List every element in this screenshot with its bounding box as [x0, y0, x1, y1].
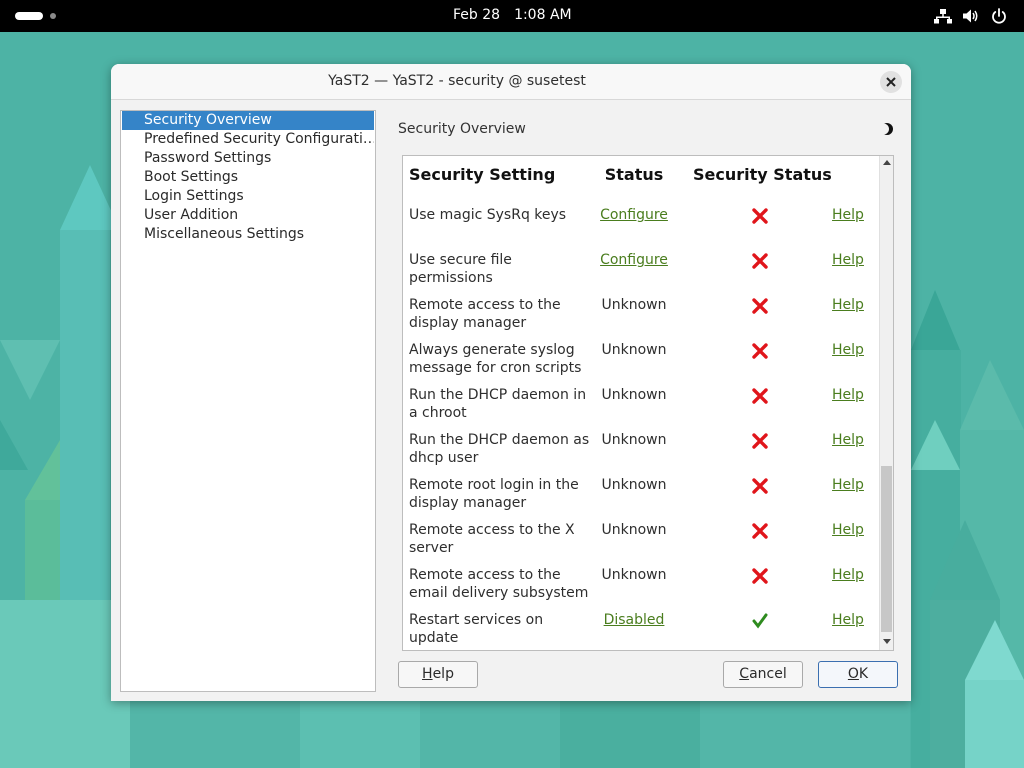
help-link[interactable]: Help [823, 566, 873, 584]
cross-icon [752, 298, 768, 314]
tree-item-miscellaneous-settings[interactable]: Miscellaneous Settings [122, 225, 374, 244]
help-link[interactable]: Help [823, 251, 873, 269]
ok-button[interactable]: OK [818, 661, 898, 688]
help-button-rest: elp [432, 666, 454, 682]
tree-item-predefined-security[interactable]: Predefined Security Configurati… [122, 130, 374, 149]
help-link[interactable]: Help [823, 386, 873, 404]
ok-button-rest: K [858, 666, 869, 682]
clock-time: 1:08 AM [514, 7, 572, 23]
setting-label: Use magic SysRq keys [409, 207, 567, 223]
status-text: Unknown [601, 387, 667, 403]
setting-label: Remote access to the X server [409, 522, 575, 556]
workspace-pill [15, 12, 43, 20]
help-button-mnemonic: H [422, 666, 433, 682]
clock[interactable]: Feb 28 1:08 AM [453, 7, 572, 23]
tree-item-password-settings[interactable]: Password Settings [122, 149, 374, 168]
cross-icon [752, 253, 768, 269]
status-text: Unknown [601, 477, 667, 493]
system-tray[interactable] [934, 8, 1008, 24]
help-link[interactable]: Help [823, 431, 873, 449]
moon-icon [880, 123, 893, 135]
status-text: Unknown [601, 297, 667, 313]
cancel-button[interactable]: Cancel [723, 661, 803, 688]
close-button[interactable] [880, 71, 902, 93]
check-icon [752, 613, 768, 629]
vertical-scrollbar[interactable] [879, 156, 893, 650]
top-bar: Feb 28 1:08 AM [0, 0, 1024, 32]
status-text: Unknown [601, 432, 667, 448]
cross-icon [752, 478, 768, 494]
help-link[interactable]: Help [823, 296, 873, 314]
tree-item-login-settings[interactable]: Login Settings [122, 187, 374, 206]
column-header-security-setting: Security Setting [409, 165, 556, 184]
help-link[interactable]: Help [823, 521, 873, 539]
window-title: YaST2 — YaST2 - security @ susetest [328, 73, 586, 89]
activities-indicator[interactable] [15, 12, 56, 20]
power-icon [992, 8, 1006, 24]
column-header-status: Status [604, 165, 664, 184]
setting-label: Remote root login in the display manager [409, 477, 579, 511]
window-titlebar[interactable]: YaST2 — YaST2 - security @ susetest [111, 64, 911, 100]
scroll-up-arrow-icon[interactable] [880, 156, 894, 170]
cross-icon [752, 388, 768, 404]
setting-label: Use secure file permissions [409, 252, 512, 286]
help-link[interactable]: Help [823, 206, 873, 224]
setting-label: Run the DHCP daemon as dhcp user [409, 432, 590, 466]
clock-date: Feb 28 [453, 7, 501, 23]
status-link[interactable]: Configure [599, 251, 669, 269]
setting-label: Always generate syslog message for cron … [409, 342, 582, 376]
cancel-button-rest: ancel [749, 666, 787, 682]
help-link[interactable]: Help [823, 476, 873, 494]
security-overview-table[interactable]: Security Setting Status Security Status … [402, 155, 894, 651]
cross-icon [752, 208, 768, 224]
setting-label: Run the DHCP daemon in a chroot [409, 387, 587, 421]
status-text: Unknown [601, 522, 667, 538]
cross-icon [752, 523, 768, 539]
cancel-button-mnemonic: C [739, 666, 750, 682]
status-link[interactable]: Disabled [599, 611, 669, 629]
help-button[interactable]: Help [398, 661, 478, 688]
network-icon [934, 9, 952, 24]
cross-icon [752, 433, 768, 449]
column-header-security-status: Security Status [693, 165, 832, 184]
setting-label: Restart services on update [409, 612, 544, 646]
status-text: Unknown [601, 567, 667, 583]
status-link[interactable]: Configure [599, 206, 669, 224]
tree-item-boot-settings[interactable]: Boot Settings [122, 168, 374, 187]
help-link[interactable]: Help [823, 341, 873, 359]
cross-icon [752, 343, 768, 359]
volume-icon [963, 9, 978, 23]
setting-label: Remote access to the email delivery subs… [409, 567, 589, 601]
help-link[interactable]: Help [823, 611, 873, 629]
yast-security-dialog: YaST2 — YaST2 - security @ susetest Secu… [111, 64, 911, 701]
status-text: Unknown [601, 342, 667, 358]
ok-button-mnemonic: O [847, 666, 859, 682]
tree-item-security-overview[interactable]: Security Overview [122, 111, 374, 130]
content-title: Security Overview [398, 121, 526, 137]
close-icon [886, 77, 896, 87]
tree-item-user-addition[interactable]: User Addition [122, 206, 374, 225]
setting-label: Remote access to the display manager [409, 297, 561, 331]
scrollbar-thumb[interactable] [881, 466, 892, 632]
cross-icon [752, 568, 768, 584]
workspace-dot [50, 13, 56, 19]
scroll-down-arrow-icon[interactable] [880, 634, 894, 648]
module-tree[interactable]: Security Overview Predefined Security Co… [120, 110, 376, 692]
